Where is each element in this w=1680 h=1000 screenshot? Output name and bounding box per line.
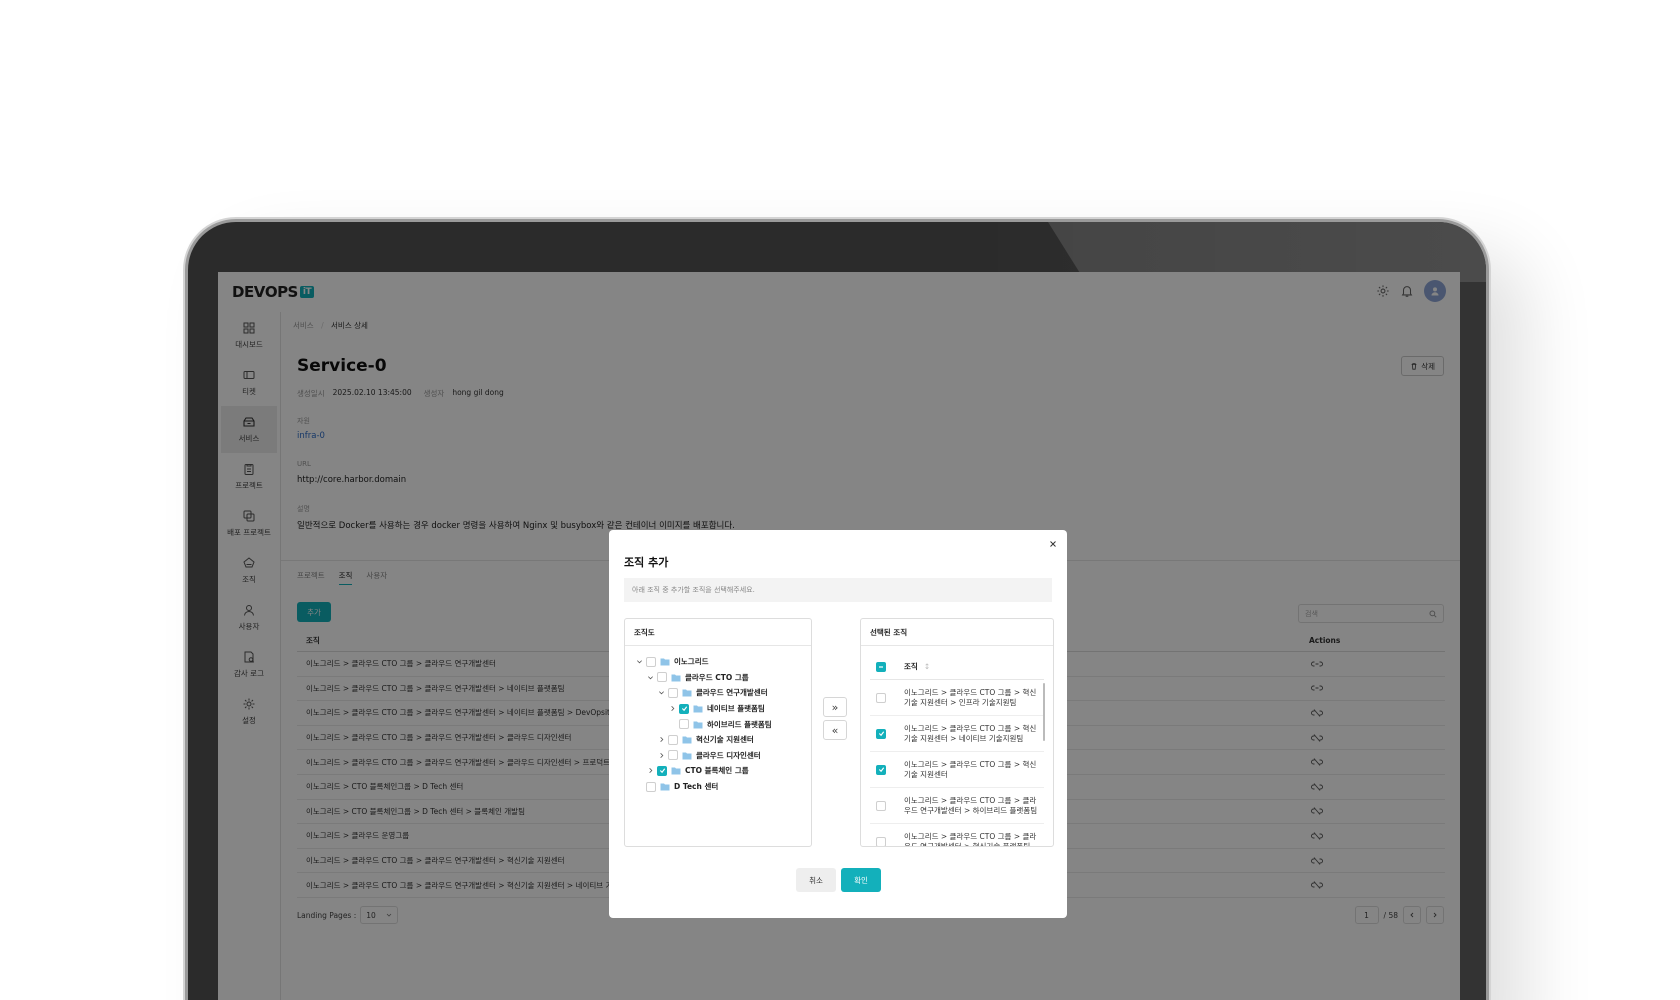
selected-org-header: 조직 ↕ (870, 654, 1044, 680)
chevron-down-icon[interactable] (645, 672, 655, 682)
minus-icon (879, 665, 883, 668)
selected-org-label: 이노그리드 > 클라우드 CTO 그룹 > 혁신기술 지원센터 > 네이티브 기… (904, 723, 1037, 743)
tree-node[interactable]: 이노그리드 (625, 654, 811, 670)
folder-icon (671, 674, 681, 682)
folder-icon (682, 736, 692, 744)
tree-checkbox[interactable] (646, 781, 656, 792)
tree-node[interactable]: 하이브리드 플랫폼팀 (625, 716, 811, 732)
chevron-right-icon[interactable] (656, 735, 666, 745)
selected-org-label: 이노그리드 > 클라우드 CTO 그룹 > 혁신기술 지원센터 (904, 759, 1037, 779)
list-item[interactable]: 이노그리드 > 클라우드 CTO 그룹 > 혁신기술 지원센터 > 인프라 기술… (870, 680, 1044, 716)
tree-checkbox[interactable] (668, 750, 678, 761)
folder-icon (682, 689, 692, 697)
folder-icon (693, 721, 703, 729)
select-all-checkbox[interactable] (876, 661, 886, 672)
tree-checkbox[interactable] (668, 687, 678, 698)
tree-node[interactable]: 클라우드 디자인센터 (625, 748, 811, 764)
folder-icon (693, 705, 703, 713)
tree-checkbox[interactable] (657, 765, 667, 776)
add-organization-modal: 조직 추가 아래 조직 중 추가할 조직을 선택해주세요. 조직도 이노그리드클… (609, 530, 1067, 918)
tree-node-label: 이노그리드 (674, 657, 709, 667)
tree-node-label: 클라우드 디자인센터 (696, 750, 761, 760)
chevron-right-icon[interactable] (645, 766, 655, 776)
sort-icon[interactable]: ↕ (924, 662, 930, 671)
tree-checkbox[interactable] (657, 672, 667, 683)
tree-node-label: CTO 블록체인 그룹 (685, 766, 749, 776)
tree-node-label: 클라우드 CTO 그룹 (685, 672, 749, 682)
cancel-button[interactable]: 취소 (796, 868, 836, 892)
tree-checkbox[interactable] (679, 703, 689, 714)
selected-org-checkbox[interactable] (876, 728, 886, 739)
move-right-button[interactable]: » (823, 697, 847, 717)
selected-org-checkbox[interactable] (876, 764, 886, 775)
selected-org-label: 이노그리드 > 클라우드 CTO 그룹 > 혁신기술 지원센터 > 인프라 기술… (904, 687, 1037, 707)
scrollbar[interactable] (1043, 683, 1045, 741)
chevron-right-icon[interactable] (656, 750, 666, 760)
list-item[interactable]: 이노그리드 > 클라우드 CTO 그룹 > 클라우드 연구개발센터 > 하이브리… (870, 788, 1044, 824)
chevron-down-icon[interactable] (656, 688, 666, 698)
stage: DEV OPS iT 대시보드 티켓 서비스 프로젝트 배포 프로젝트 조직 사… (0, 0, 1680, 1000)
tree-node-label: 혁신기술 지원센터 (696, 735, 754, 745)
list-item[interactable]: 이노그리드 > 클라우드 CTO 그룹 > 혁신기술 지원센터 (870, 752, 1044, 788)
move-left-button[interactable]: « (823, 720, 847, 740)
tree-node[interactable]: 클라우드 연구개발센터 (625, 685, 811, 701)
tree-node-label: D Tech 센터 (674, 782, 719, 792)
check-icon (878, 767, 884, 773)
folder-icon (671, 767, 681, 775)
folder-icon (660, 783, 670, 791)
close-icon[interactable] (1048, 539, 1058, 549)
selected-org-checkbox[interactable] (876, 692, 886, 703)
app-window: DEV OPS iT 대시보드 티켓 서비스 프로젝트 배포 프로젝트 조직 사… (218, 272, 1460, 1000)
chevron-right-icon[interactable] (667, 704, 677, 714)
selected-org-title: 선택된 조직 (861, 619, 1053, 646)
list-item[interactable]: 이노그리드 > 클라우드 CTO 그룹 > 혁신기술 지원센터 > 네이티브 기… (870, 716, 1044, 752)
tree-node-label: 클라우드 연구개발센터 (696, 688, 768, 698)
org-tree-panel: 조직도 이노그리드클라우드 CTO 그룹클라우드 연구개발센터네이티브 플랫폼팀… (624, 618, 812, 847)
confirm-button[interactable]: 확인 (841, 868, 881, 892)
selected-org-checkbox[interactable] (876, 836, 886, 846)
tree-checkbox[interactable] (646, 656, 656, 667)
tree-node[interactable]: CTO 블록체인 그룹 (625, 763, 811, 779)
tree-node-label: 하이브리드 플랫폼팀 (707, 719, 772, 729)
tree-node[interactable]: D Tech 센터 (625, 779, 811, 795)
tree-node[interactable]: 혁신기술 지원센터 (625, 732, 811, 748)
modal-hint: 아래 조직 중 추가할 조직을 선택해주세요. (624, 578, 1052, 602)
check-icon (681, 706, 687, 712)
chevron-down-icon[interactable] (634, 657, 644, 667)
org-tree: 이노그리드클라우드 CTO 그룹클라우드 연구개발센터네이티브 플랫폼팀하이브리… (625, 646, 811, 794)
check-icon (659, 768, 665, 774)
modal-title: 조직 추가 (624, 556, 669, 569)
selected-org-label: 이노그리드 > 클라우드 CTO 그룹 > 클라우드 연구개발센터 > 혁신기술… (904, 831, 1037, 847)
tree-node[interactable]: 클라우드 CTO 그룹 (625, 670, 811, 686)
check-icon (878, 731, 884, 737)
folder-icon (660, 658, 670, 666)
tree-checkbox[interactable] (679, 719, 689, 730)
tree-node-label: 네이티브 플랫폼팀 (707, 704, 765, 714)
tree-node[interactable]: 네이티브 플랫폼팀 (625, 701, 811, 717)
laptop-screen: DEV OPS iT 대시보드 티켓 서비스 프로젝트 배포 프로젝트 조직 사… (218, 272, 1460, 1000)
selected-org-checkbox[interactable] (876, 800, 886, 811)
list-item[interactable]: 이노그리드 > 클라우드 CTO 그룹 > 클라우드 연구개발센터 > 혁신기술… (870, 824, 1044, 847)
tree-checkbox[interactable] (668, 734, 678, 745)
selected-org-list: 이노그리드 > 클라우드 CTO 그룹 > 혁신기술 지원센터 > 인프라 기술… (861, 680, 1053, 847)
selected-org-panel: 선택된 조직 조직 ↕ 이노그리드 > 클라우드 CTO 그룹 > 혁신기술 지… (860, 618, 1054, 847)
selected-org-label: 이노그리드 > 클라우드 CTO 그룹 > 클라우드 연구개발센터 > 하이브리… (904, 795, 1038, 815)
org-tree-title: 조직도 (625, 619, 811, 646)
folder-icon (682, 752, 692, 760)
